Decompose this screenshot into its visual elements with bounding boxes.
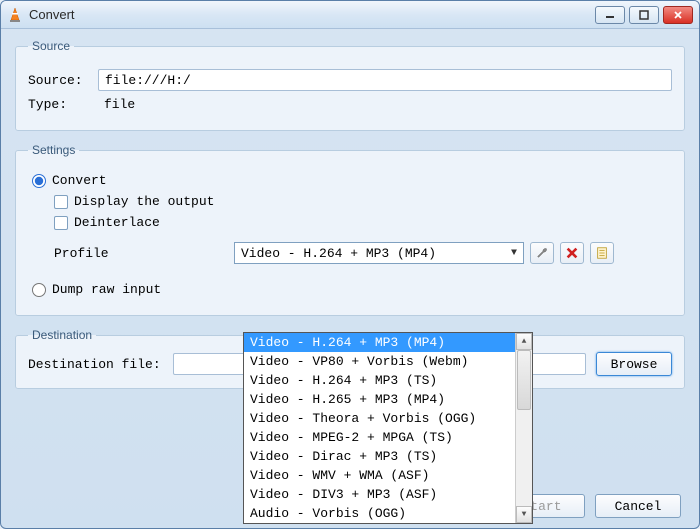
destination-legend: Destination [28,328,96,342]
maximize-button[interactable] [629,6,659,24]
app-icon [7,7,23,23]
scroll-track[interactable] [516,350,532,506]
source-input[interactable] [98,69,672,91]
convert-radio[interactable]: Convert [32,173,672,188]
checkbox-box[interactable] [54,195,68,209]
convert-window: Convert Source Source: Type: file Settin… [0,0,700,529]
source-legend: Source [28,39,74,53]
profile-option[interactable]: Video - WMV + WMA (ASF) [244,466,515,485]
profile-option[interactable]: Audio - Vorbis (OGG) [244,504,515,523]
titlebar[interactable]: Convert [1,1,699,29]
dump-raw-radio-input[interactable] [32,283,46,297]
document-icon [595,246,609,260]
window-title: Convert [29,7,75,22]
wrench-icon [535,246,549,260]
profile-option[interactable]: Video - MPEG-2 + MPGA (TS) [244,428,515,447]
settings-group: Settings Convert Display the output Dein… [15,143,685,316]
minimize-button[interactable] [595,6,625,24]
type-label: Type: [28,97,98,112]
profile-option[interactable]: Video - DIV3 + MP3 (ASF) [244,485,515,504]
profile-option[interactable]: Video - Dirac + MP3 (TS) [244,447,515,466]
convert-radio-label: Convert [52,173,107,188]
settings-legend: Settings [28,143,79,157]
scroll-thumb[interactable] [517,350,531,410]
chevron-down-icon: ▼ [511,248,517,259]
type-value: file [98,97,135,112]
convert-radio-input[interactable] [32,174,46,188]
profile-selected-value: Video - H.264 + MP3 (MP4) [241,246,436,261]
scroll-down-button[interactable]: ▼ [516,506,532,523]
profile-dropdown: Video - H.264 + MP3 (MP4)Video - VP80 + … [243,332,533,524]
scrollbar[interactable]: ▲ ▼ [515,333,532,523]
new-profile-button[interactable] [590,242,614,264]
cancel-button[interactable]: Cancel [595,494,681,518]
dump-raw-label: Dump raw input [52,282,161,297]
profile-option[interactable]: Video - H.265 + MP3 (MP4) [244,390,515,409]
edit-profile-button[interactable] [530,242,554,264]
x-icon [565,246,579,260]
checkbox-box[interactable] [54,216,68,230]
source-group: Source Source: Type: file [15,39,685,131]
deinterlace-checkbox[interactable]: Deinterlace [54,215,672,230]
profile-label: Profile [54,246,234,261]
destination-file-label: Destination file: [28,357,173,372]
display-output-checkbox[interactable]: Display the output [54,194,672,209]
profile-option[interactable]: Video - H.264 + MP3 (MP4) [244,333,515,352]
profile-option[interactable]: Video - VP80 + Vorbis (Webm) [244,352,515,371]
display-output-label: Display the output [74,194,214,209]
deinterlace-label: Deinterlace [74,215,160,230]
source-label: Source: [28,73,98,88]
profile-option[interactable]: Video - H.264 + MP3 (TS) [244,371,515,390]
profile-select[interactable]: Video - H.264 + MP3 (MP4) ▼ [234,242,524,264]
browse-button[interactable]: Browse [596,352,672,376]
delete-profile-button[interactable] [560,242,584,264]
close-button[interactable] [663,6,693,24]
scroll-up-button[interactable]: ▲ [516,333,532,350]
profile-option[interactable]: Video - Theora + Vorbis (OGG) [244,409,515,428]
dump-raw-radio[interactable]: Dump raw input [32,282,672,297]
